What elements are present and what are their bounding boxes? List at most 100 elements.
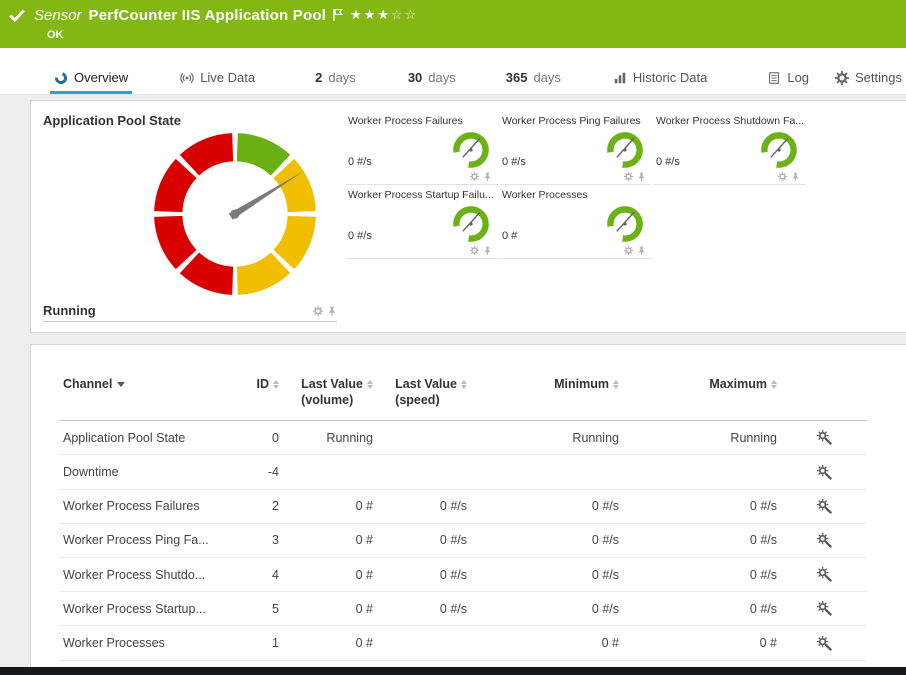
sensor-status-bar: Sensor PerfCounter IIS Application Pool … [0,0,906,48]
gauge-pin-icon[interactable] [483,246,492,255]
cell-last-speed: 0 #/s [377,558,471,592]
cell-minimum: 0 #/s [471,592,623,626]
col-header-id-label: ID [257,377,270,391]
tab-settings-label: Settings [855,70,902,85]
col-header-last-volume[interactable]: Last Value(volume) [283,373,377,421]
tab-settings[interactable]: Settings [831,70,906,94]
col-header-actions [781,373,867,421]
channel-settings-wrench-icon[interactable] [817,636,832,651]
table-row[interactable]: Application Pool State 0 Running Running… [59,421,867,455]
gauge-settings-gear-icon[interactable] [470,172,479,181]
gauge-settings-gear-icon[interactable] [624,246,633,255]
table-row[interactable]: Worker Processes 1 0 # 0 # 0 # [59,626,867,660]
cell-channel: Worker Process Startup... [59,592,241,626]
col-header-minimum[interactable]: Minimum [471,373,623,421]
cell-id: 5 [241,592,283,626]
flag-icon[interactable] [332,8,344,22]
settings-gear-icon [835,71,849,85]
sort-arrows-icon [613,377,619,389]
tab-log[interactable]: Log [763,70,813,94]
channel-settings-wrench-icon[interactable] [817,567,832,582]
overview-donut-icon [54,71,68,85]
channel-settings-wrench-icon[interactable] [817,465,832,480]
gauge-settings-gear-icon[interactable] [470,246,479,255]
table-row[interactable]: Worker Process Failures 2 0 # 0 #/s 0 #/… [59,489,867,523]
channel-settings-wrench-icon[interactable] [817,601,832,616]
mini-gauge-label: Worker Process Ping Failures [502,115,650,127]
col-header-last-speed[interactable]: Last Value(speed) [377,373,471,421]
mini-gauge-value: 0 #/s [348,156,372,171]
table-row[interactable]: Downtime -4 [59,455,867,489]
application-pool-state-gauge[interactable] [147,126,323,302]
tab-2-days-number: 2 [315,70,322,85]
cell-minimum: 0 #/s [471,558,623,592]
channel-settings-wrench-icon[interactable] [817,499,832,514]
gauge-pin-icon[interactable] [483,172,492,181]
cell-channel: Application Pool State [59,421,241,455]
mini-gauge-label: Worker Process Startup Failu... [348,189,496,201]
cell-last-volume: 0 # [283,558,377,592]
tab-365-days[interactable]: 365 days [502,70,565,94]
mini-gauge-label: Worker Process Failures [348,115,496,127]
gauge-pin-icon[interactable] [791,172,800,181]
cell-channel: Worker Process Failures [59,489,241,523]
tab-2-days-word: days [328,70,355,85]
tab-historic-data[interactable]: Historic Data [609,70,711,94]
cell-minimum: 0 # [471,626,623,660]
table-row[interactable]: Worker Process Ping Fa... 3 0 # 0 #/s 0 … [59,523,867,557]
table-row[interactable]: Worker Process Startup... 5 0 # 0 #/s 0 … [59,592,867,626]
channel-settings-wrench-icon[interactable] [817,533,832,548]
cell-maximum [623,455,781,489]
object-kind-label: Sensor [34,7,82,24]
footer-bar [0,667,906,675]
priority-stars[interactable]: ★★★☆☆ [350,7,418,23]
tab-30-days[interactable]: 30 days [404,70,460,94]
sort-desc-caret-icon [117,382,125,387]
table-row[interactable]: Worker Process Shutdo... 4 0 # 0 #/s 0 #… [59,558,867,592]
mini-gauge-tile[interactable]: Worker Processes 0 # [500,185,652,259]
cell-last-speed [377,455,471,489]
mini-gauge-tile[interactable]: Worker Process Failures 0 #/s [346,111,498,185]
tab-365-days-word: days [533,70,560,85]
cell-channel: Worker Processes [59,626,241,660]
gauge-settings-gear-icon[interactable] [313,306,323,316]
cell-maximum: 0 #/s [623,558,781,592]
gauge-pin-icon[interactable] [637,246,646,255]
gauge-pin-icon[interactable] [637,172,646,181]
tab-bar: Overview Live Data 2 days 30 days 365 da… [0,48,906,95]
status-ok-check-icon [8,6,26,24]
tab-365-days-number: 365 [506,70,528,85]
tab-30-days-word: days [428,70,455,85]
mini-gauge-value: 0 #/s [502,156,526,171]
channel-settings-wrench-icon[interactable] [817,430,832,445]
gauge-settings-gear-icon[interactable] [778,172,787,181]
cell-last-volume: 0 # [283,592,377,626]
gauge-settings-gear-icon[interactable] [624,172,633,181]
col-header-channel-label: Channel [63,377,112,391]
tab-overview[interactable]: Overview [50,70,132,94]
cell-last-volume: Running [283,421,377,455]
cell-last-volume [283,455,377,489]
cell-last-speed: 0 #/s [377,523,471,557]
tab-2-days[interactable]: 2 days [311,70,360,94]
mini-gauge-chart [604,129,646,171]
col-header-id[interactable]: ID [241,373,283,421]
tab-live-data[interactable]: Live Data [176,70,259,94]
mini-gauge-tile[interactable]: Worker Process Ping Failures 0 #/s [500,111,652,185]
cell-minimum: Running [471,421,623,455]
cell-last-volume: 0 # [283,523,377,557]
mini-gauge-value: 0 #/s [348,230,372,245]
mini-gauge-tile[interactable]: Worker Process Startup Failu... 0 #/s [346,185,498,259]
gauge-pin-icon[interactable] [327,306,337,316]
table-header-row: Channel ID Last Value(volume) Last Value… [59,373,867,421]
primary-channel-value-row: Running [43,300,337,322]
cell-maximum: Running [623,421,781,455]
col-header-minimum-label: Minimum [554,377,609,391]
sensor-status-text: OK [47,29,64,41]
col-header-last-speed-line1: Last Value [395,377,457,391]
col-header-channel[interactable]: Channel [59,373,241,421]
col-header-maximum[interactable]: Maximum [623,373,781,421]
gauges-panel: Application Pool State Running [30,100,906,333]
mini-gauge-tile[interactable]: Worker Process Shutdown Fa... 0 #/s [654,111,806,185]
cell-id: 4 [241,558,283,592]
